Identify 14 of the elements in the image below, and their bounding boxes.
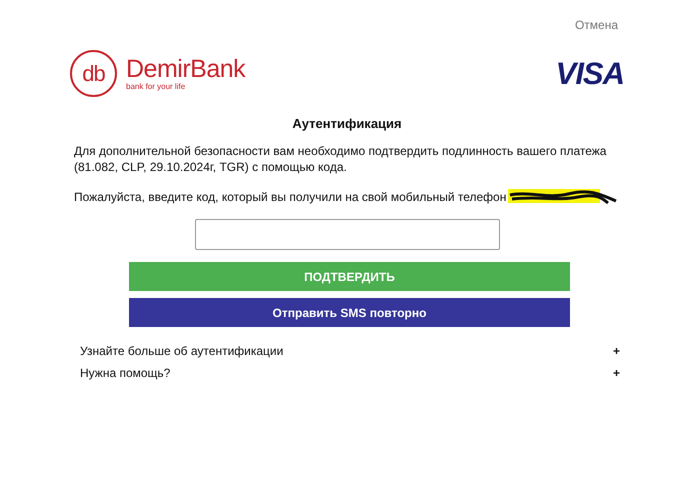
logo-mark: db	[70, 50, 117, 97]
accordion-link[interactable]: Узнайте больше об аутентификации	[80, 344, 284, 358]
page-title: Аутентификация	[291, 116, 403, 131]
info-text: Для дополнительной безопасности вам необходимо подтвердить подлинность вашего платежа (81.082, CLP, 29.10.2024г, TGR) с помощью кода.	[74, 143, 608, 175]
logo-name: DemirBank	[126, 56, 246, 82]
logo-slogan: bank for your life	[126, 82, 186, 91]
resend-sms-button[interactable]: Отправить SMS повторно	[129, 298, 570, 327]
expand-toggle[interactable]: +	[612, 344, 620, 358]
cancel-link[interactable]: Отмена	[574, 18, 618, 32]
accordion-link[interactable]: Нужна помощь?	[80, 366, 170, 380]
card-logo: VISA	[556, 56, 624, 92]
expand-toggle[interactable]: +	[612, 366, 620, 380]
prompt-text: Пожалуйста, введите код, который вы получили на свой мобильный телефон	[74, 190, 506, 204]
code-input[interactable]	[194, 219, 500, 250]
